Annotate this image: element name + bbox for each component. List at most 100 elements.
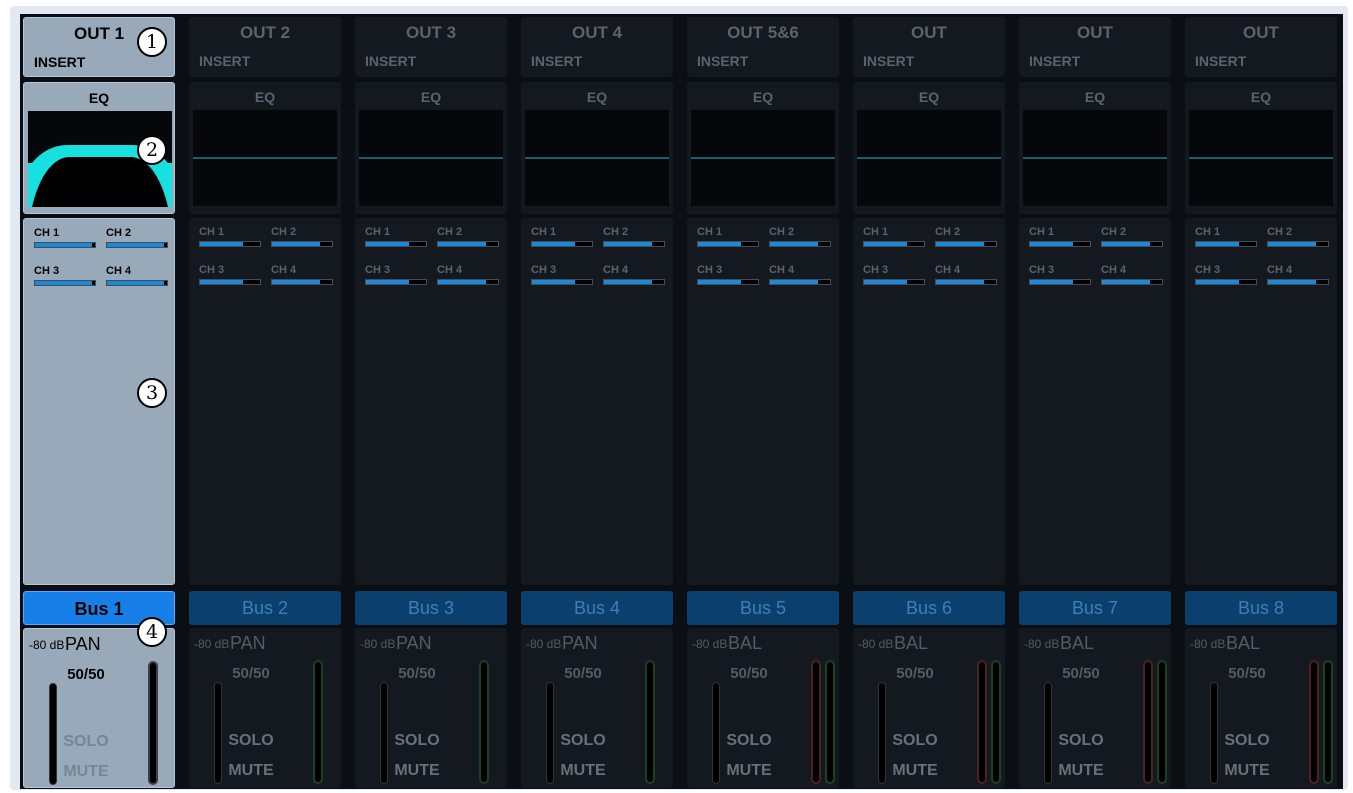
insert-button[interactable]: INSERT	[365, 53, 416, 69]
solo-button[interactable]: SOLO	[521, 732, 645, 750]
send-ch2[interactable]: CH 2	[106, 227, 168, 248]
pan-knob[interactable]: BAL	[728, 633, 762, 654]
output-header[interactable]: OUT INSERT	[853, 17, 1005, 77]
mute-button[interactable]: MUTE	[687, 762, 811, 780]
send-level-bar[interactable]	[1029, 241, 1091, 247]
send-level-bar[interactable]	[531, 241, 593, 247]
send-ch4[interactable]: CH 4	[769, 264, 831, 285]
send-level-bar[interactable]	[1267, 241, 1329, 247]
eq-panel[interactable]: EQ	[355, 82, 507, 214]
send-ch2[interactable]: CH 2	[271, 226, 333, 247]
send-level-bar[interactable]	[34, 280, 96, 286]
output-header[interactable]: OUT INSERT	[1019, 17, 1171, 77]
send-ch2[interactable]: CH 2	[437, 226, 499, 247]
insert-button[interactable]: INSERT	[34, 54, 85, 70]
send-ch4[interactable]: CH 4	[1101, 264, 1163, 285]
send-level-bar[interactable]	[697, 279, 759, 285]
send-level-bar[interactable]	[437, 279, 499, 285]
send-level-bar[interactable]	[1101, 241, 1163, 247]
send-level-bar[interactable]	[1101, 279, 1163, 285]
send-level-bar[interactable]	[34, 242, 96, 248]
mute-button[interactable]: MUTE	[189, 762, 313, 780]
send-ch3[interactable]: CH 3	[1029, 264, 1091, 285]
insert-button[interactable]: INSERT	[697, 53, 748, 69]
mute-button[interactable]: MUTE	[24, 763, 148, 781]
eq-panel[interactable]: EQ	[189, 82, 341, 214]
pan-knob[interactable]: PAN	[65, 634, 101, 655]
send-level-bar[interactable]	[1029, 279, 1091, 285]
insert-button[interactable]: INSERT	[1029, 53, 1080, 69]
eq-panel[interactable]: EQ	[687, 82, 839, 214]
solo-button[interactable]: SOLO	[687, 732, 811, 750]
send-ch2[interactable]: CH 2	[769, 226, 831, 247]
output-header[interactable]: OUT INSERT	[1185, 17, 1337, 77]
send-level-bar[interactable]	[863, 279, 925, 285]
send-level-bar[interactable]	[365, 279, 427, 285]
send-ch4[interactable]: CH 4	[106, 265, 168, 286]
bus-button[interactable]: Bus 3	[355, 591, 507, 625]
send-ch4[interactable]: CH 4	[1267, 264, 1329, 285]
send-ch1[interactable]: CH 1	[531, 226, 593, 247]
send-ch3[interactable]: CH 3	[697, 264, 759, 285]
eq-display[interactable]	[525, 110, 669, 206]
bus-button[interactable]: Bus 4	[521, 591, 673, 625]
send-level-bar[interactable]	[1195, 279, 1257, 285]
output-header[interactable]: OUT 3 INSERT	[355, 17, 507, 77]
eq-panel[interactable]: EQ	[1019, 82, 1171, 214]
solo-button[interactable]: SOLO	[1185, 732, 1309, 750]
send-level-bar[interactable]	[106, 242, 168, 248]
send-ch2[interactable]: CH 2	[603, 226, 665, 247]
bus-button[interactable]: Bus 5	[687, 591, 839, 625]
send-level-bar[interactable]	[531, 279, 593, 285]
send-ch2[interactable]: CH 2	[935, 226, 997, 247]
solo-button[interactable]: SOLO	[355, 732, 479, 750]
pan-knob[interactable]: BAL	[1060, 633, 1094, 654]
output-header[interactable]: OUT 4 INSERT	[521, 17, 673, 77]
eq-display[interactable]	[857, 110, 1001, 206]
output-header[interactable]: OUT 2 INSERT	[189, 17, 341, 77]
mute-button[interactable]: MUTE	[853, 762, 977, 780]
insert-button[interactable]: INSERT	[1195, 53, 1246, 69]
send-level-bar[interactable]	[365, 241, 427, 247]
mute-button[interactable]: MUTE	[355, 762, 479, 780]
send-ch3[interactable]: CH 3	[1195, 264, 1257, 285]
pan-knob[interactable]: PAN	[562, 633, 598, 654]
eq-panel[interactable]: EQ	[1185, 82, 1337, 214]
bus-button[interactable]: Bus 2	[189, 591, 341, 625]
send-ch1[interactable]: CH 1	[697, 226, 759, 247]
send-level-bar[interactable]	[437, 241, 499, 247]
send-level-bar[interactable]	[603, 241, 665, 247]
bus-button[interactable]: Bus 6	[853, 591, 1005, 625]
pan-knob[interactable]: BAL	[894, 633, 928, 654]
send-ch3[interactable]: CH 3	[365, 264, 427, 285]
send-ch4[interactable]: CH 4	[437, 264, 499, 285]
bus-button[interactable]: Bus 8	[1185, 591, 1337, 625]
send-ch2[interactable]: CH 2	[1267, 226, 1329, 247]
send-level-bar[interactable]	[769, 279, 831, 285]
eq-panel[interactable]: EQ	[521, 82, 673, 214]
send-level-bar[interactable]	[106, 280, 168, 286]
solo-button[interactable]: SOLO	[24, 733, 148, 751]
send-ch4[interactable]: CH 4	[271, 264, 333, 285]
solo-button[interactable]: SOLO	[1019, 732, 1143, 750]
solo-button[interactable]: SOLO	[853, 732, 977, 750]
eq-display[interactable]	[193, 110, 337, 206]
eq-display[interactable]	[359, 110, 503, 206]
send-ch3[interactable]: CH 3	[863, 264, 925, 285]
send-level-bar[interactable]	[697, 241, 759, 247]
send-ch1[interactable]: CH 1	[1195, 226, 1257, 247]
bus-button[interactable]: Bus 7	[1019, 591, 1171, 625]
send-level-bar[interactable]	[1267, 279, 1329, 285]
eq-display[interactable]	[1023, 110, 1167, 206]
send-ch1[interactable]: CH 1	[365, 226, 427, 247]
send-ch1[interactable]: CH 1	[34, 227, 96, 248]
send-ch4[interactable]: CH 4	[603, 264, 665, 285]
send-level-bar[interactable]	[199, 279, 261, 285]
eq-panel[interactable]: EQ	[853, 82, 1005, 214]
send-level-bar[interactable]	[271, 241, 333, 247]
send-level-bar[interactable]	[863, 241, 925, 247]
mute-button[interactable]: MUTE	[521, 762, 645, 780]
send-level-bar[interactable]	[1195, 241, 1257, 247]
send-ch4[interactable]: CH 4	[935, 264, 997, 285]
pan-knob[interactable]: PAN	[396, 633, 432, 654]
